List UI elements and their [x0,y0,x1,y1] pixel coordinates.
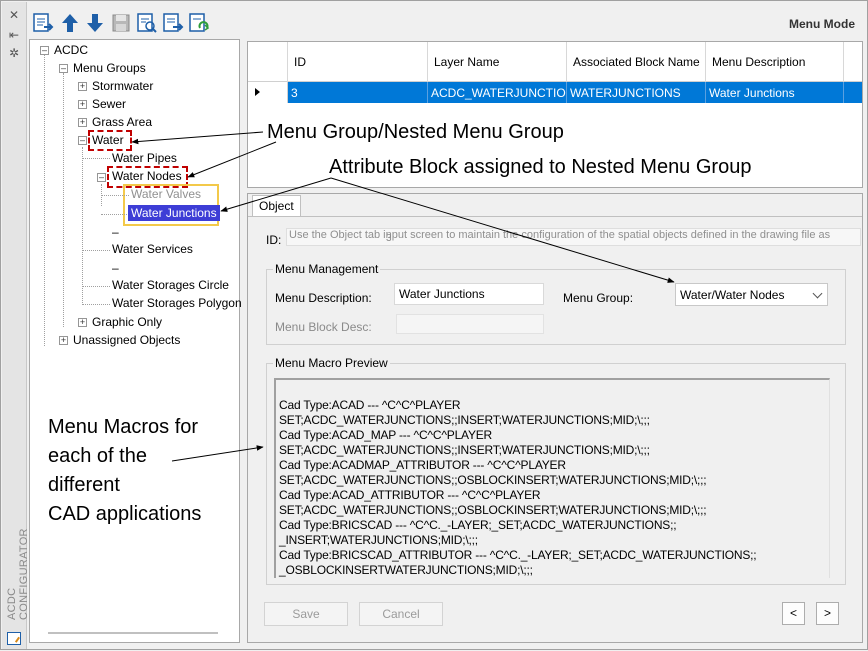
tree-expander-graphic-only[interactable]: + [78,318,87,327]
cell-id[interactable]: 3 [288,82,428,103]
object-tree: – ACDC – Menu Groups + Stormwater + Sewe… [29,39,242,643]
grid-header-layer-name[interactable]: Layer Name [428,42,567,82]
chevron-down-icon [812,288,823,299]
menu-group-value: Water/Water Nodes [680,288,785,302]
tree-node-water-valves[interactable]: Water Valves [131,187,201,201]
menu-group-label: Menu Group: [563,291,634,305]
tree-node-unassigned-objects[interactable]: Unassigned Objects [73,333,180,347]
tree-expander-stormwater[interactable]: + [78,82,87,91]
annotation-macros-line-1: Menu Macros for [48,416,199,438]
id-value: 3 [386,233,392,244]
move-up-icon[interactable] [59,12,81,34]
pin-icon[interactable]: ⇤ [6,28,22,42]
grid-header-menu-description[interactable]: Menu Description [706,42,844,82]
tree-node-water-storages-circle[interactable]: Water Storages Circle [112,278,229,292]
palette-settings-icon[interactable]: ✲ [6,46,22,60]
id-label: ID: [266,233,282,247]
row-selector[interactable] [248,82,288,103]
annotation-macros-line-2: each of the [48,445,147,467]
add-item-icon[interactable] [32,12,54,34]
water-highlight [88,130,132,151]
tree-node-menu-groups[interactable]: Menu Groups [73,61,146,75]
menu-macro-preview-title: Menu Macro Preview [273,356,390,370]
tree-node-water-storages-polygon[interactable]: Water Storages Polygon [112,296,242,310]
menu-mode-label: Menu Mode [789,17,855,31]
tree-horizontal-scrollbar[interactable] [48,632,218,634]
save-icon[interactable] [110,12,132,34]
grid-header: ID Layer Name Associated Block Name Menu… [248,42,862,82]
menu-block-desc-label: Menu Block Desc: [275,320,372,334]
next-record-button[interactable]: > [816,602,839,625]
move-down-icon[interactable] [84,12,106,34]
tree-node-acdc[interactable]: ACDC [54,43,88,57]
cell-block-name[interactable]: WATERJUNCTIONS [567,82,706,103]
refresh-icon[interactable] [188,12,210,34]
table-row[interactable]: 3 ACDC_WATERJUNCTIO... WATERJUNCTIONS Wa… [248,82,862,103]
previous-record-button[interactable]: < [782,602,805,625]
tree-expander-water-nodes[interactable]: – [97,173,106,182]
annotation-menu-group: Menu Group/Nested Menu Group [267,121,564,143]
palette-title: ACDC CONFIGURATOR [6,528,30,620]
app-window: ✕ ⇤ ✲ ACDC CONFIGURATOR Menu Mode – ACDC… [0,0,868,650]
tree-node-grass-area[interactable]: Grass Area [92,115,152,129]
tree-expander-grass-area[interactable]: + [78,118,87,127]
menu-macro-text: Cad Type:ACAD --- ^C^C^PLAYER SET;ACDC_W… [279,398,757,577]
grid-header-selector [248,42,288,82]
cell-layer-name[interactable]: ACDC_WATERJUNCTIO... [428,82,567,103]
cell-menu-description[interactable]: Water Junctions [706,82,844,103]
tree-node-water-junctions[interactable]: Water Junctions [128,205,220,221]
tree-node-stormwater[interactable]: Stormwater [92,79,153,93]
annotation-attribute-block: Attribute Block assigned to Nested Menu … [329,156,752,178]
tree-node-graphic-only[interactable]: Graphic Only [92,315,162,329]
tree-expander-water[interactable]: – [78,136,87,145]
grid-header-associated-block-name[interactable]: Associated Block Name [567,42,706,82]
menu-management-title: Menu Management [273,262,381,276]
palette-strip: ✕ ⇤ ✲ ACDC CONFIGURATOR [2,2,30,649]
tree-expander-unassigned[interactable]: + [59,336,68,345]
export-icon[interactable] [162,12,184,34]
menu-description-field[interactable]: Water Junctions [394,283,544,305]
tree-node-sewer[interactable]: Sewer [92,97,126,111]
annotation-macros-line-4: CAD applications [48,503,202,525]
preview-icon[interactable] [136,12,158,34]
menu-description-label: Menu Description: [275,291,372,305]
current-row-arrow-icon [255,88,260,96]
menu-block-desc-field[interactable] [396,314,544,334]
tree-expander-menu-groups[interactable]: – [59,64,68,73]
tree-node-dash-1[interactable]: – [112,225,119,239]
close-icon[interactable]: ✕ [6,8,22,22]
tree-node-dash-2[interactable]: – [112,261,119,275]
menu-group-select[interactable]: Water/Water Nodes [675,283,828,306]
help-hint: Use the Object tab input screen to maint… [286,228,861,246]
tree-expander-sewer[interactable]: + [78,100,87,109]
cancel-button[interactable]: Cancel [359,602,443,626]
tree-node-water-services[interactable]: Water Services [112,242,193,256]
tree-expander-root[interactable]: – [40,46,49,55]
annotation-macros-line-3: different [48,474,120,496]
menu-macro-preview-box[interactable]: Cad Type:ACAD --- ^C^C^PLAYER SET;ACDC_W… [274,378,830,578]
grid-header-id[interactable]: ID [288,42,428,82]
tree-node-water-pipes[interactable]: Water Pipes [112,151,177,165]
object-detail-panel: Object ID: Use the Object tab input scre… [247,193,863,643]
properties-icon[interactable] [7,632,21,645]
tab-object[interactable]: Object [252,195,301,217]
save-button[interactable]: Save [264,602,348,626]
